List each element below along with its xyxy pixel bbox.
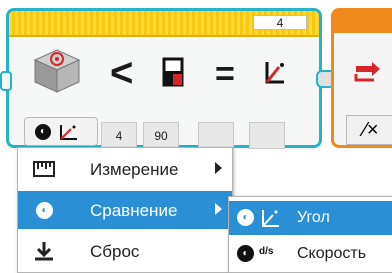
rotation-mode-icon: ◐	[237, 245, 254, 262]
submenu-item-label: Скорость	[297, 245, 367, 262]
port-selector[interactable]: 4	[253, 15, 307, 30]
menu-item-label: Сравнение	[90, 201, 178, 220]
menu-item-label: Измерение	[90, 160, 179, 179]
reset-download-icon	[35, 242, 53, 261]
loop-interrupt-icon	[354, 62, 380, 82]
compare-type-input[interactable]: 4	[101, 122, 137, 149]
compare-submenu: ◐ Угол ◐ d/s Скорость	[228, 196, 392, 273]
less-than-icon: <	[110, 51, 134, 95]
angle-mode-icon	[60, 125, 77, 140]
submenu-item-angle[interactable]: ◐ Угол	[229, 201, 392, 235]
next-block-topbar	[334, 11, 392, 33]
threshold-input[interactable]: 90	[143, 122, 179, 149]
equals-icon: =	[215, 55, 235, 93]
output-measured-value[interactable]	[249, 122, 285, 149]
block-topbar: 4	[9, 11, 319, 37]
compare-mode-icon: ◐	[36, 202, 53, 219]
left-sequence-connector	[0, 71, 12, 91]
rotation-mode-icon: ◐	[237, 209, 254, 226]
next-loop-block[interactable]: ⁄×	[331, 8, 392, 148]
output-compare-result[interactable]	[198, 122, 234, 149]
menu-item-compare[interactable]: ◐ Сравнение	[18, 191, 232, 229]
mode-selector-button[interactable]: ◐	[24, 117, 98, 146]
menu-item-measure[interactable]: Измерение	[18, 150, 232, 188]
next-block-mode-button[interactable]: ⁄×	[346, 115, 392, 145]
measure-icon	[33, 161, 55, 177]
speed-icon: d/s	[259, 246, 274, 257]
menu-item-label: Сброс	[90, 242, 140, 261]
threshold-value-icon	[162, 57, 184, 87]
angle-icon	[262, 210, 279, 227]
mode-menu: Измерение ◐ Сравнение Сброс	[17, 147, 233, 273]
rotation-mode-icon: ◐	[35, 124, 51, 140]
submenu-arrow-icon	[215, 162, 222, 174]
rotation-sensor-icon	[33, 49, 81, 93]
submenu-item-label: Угол	[297, 209, 330, 226]
submenu-item-speed[interactable]: ◐ d/s Скорость	[229, 237, 392, 271]
submenu-arrow-icon	[215, 203, 222, 215]
menu-item-reset[interactable]: Сброс	[18, 232, 232, 270]
angle-output-icon	[265, 62, 284, 84]
rotation-sensor-block[interactable]: 4 < = ◐ 4 90	[0, 8, 322, 149]
